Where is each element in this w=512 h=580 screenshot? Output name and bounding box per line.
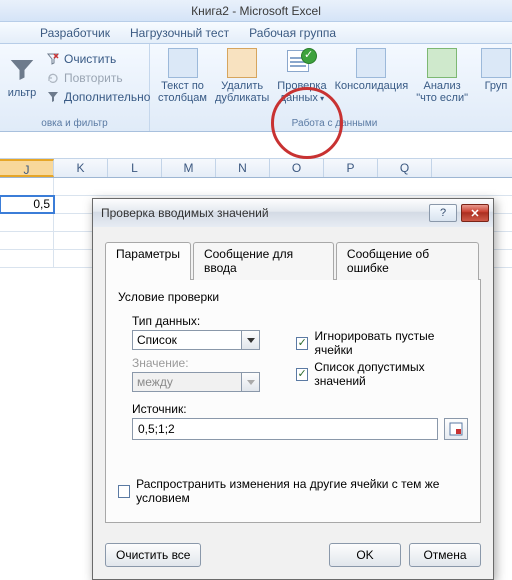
data-validation-dialog: Проверка вводимых значений ? ✕ Параметры… (92, 198, 494, 580)
ribbon-tabs: Разработчик Нагрузочный тест Рабочая гру… (0, 22, 512, 44)
dialog-close-button[interactable]: ✕ (461, 204, 489, 222)
app-title: Книга2 - Microsoft Excel (191, 4, 321, 18)
remove-duplicates-button[interactable]: Удалить дубликаты (211, 46, 273, 106)
data-select (132, 372, 278, 392)
grid-cell[interactable] (0, 214, 54, 231)
dialog-titlebar[interactable]: Проверка вводимых значений ? ✕ (93, 199, 493, 227)
allow-label: Тип данных: (132, 314, 278, 328)
validation-criteria-label: Условие проверки (118, 290, 468, 304)
consolidate-icon (356, 48, 386, 78)
tab-error-alert[interactable]: Сообщение об ошибке (336, 242, 479, 280)
chevron-down-icon (242, 372, 260, 392)
source-label: Источник: (132, 402, 468, 416)
data-select-value (132, 372, 242, 392)
advanced-button[interactable]: Дополнительно (46, 88, 150, 106)
data-validation-icon (287, 48, 317, 78)
clear-icon (46, 52, 60, 66)
checkbox-icon: ✓ (296, 368, 308, 381)
whatif-button[interactable]: Анализ "что если" (412, 46, 472, 106)
tab-params[interactable]: Параметры (105, 242, 191, 280)
checkbox-icon: ✓ (118, 485, 130, 498)
tab-team[interactable]: Рабочая группа (239, 22, 346, 44)
col-header-N[interactable]: N (216, 159, 270, 177)
range-picker-icon (449, 422, 463, 436)
grid-cell[interactable] (0, 178, 54, 195)
tab-panel-params: Условие проверки Тип данных: Значение: (105, 279, 481, 523)
consolidate-button[interactable]: Консолидация (331, 46, 413, 94)
in-cell-dropdown-checkbox[interactable]: ✓ Список допустимых значений (296, 360, 468, 388)
data-validation-button[interactable]: Проверка данных ▾ (273, 46, 330, 107)
text-to-columns-icon (168, 48, 198, 78)
clear-button[interactable]: Очистить (46, 50, 150, 68)
chevron-down-icon[interactable] (242, 330, 260, 350)
dialog-title-text: Проверка вводимых значений (101, 206, 269, 220)
data-label: Значение: (132, 356, 278, 370)
allow-select-value[interactable] (132, 330, 242, 350)
col-header-M[interactable]: M (162, 159, 216, 177)
grid-cell[interactable] (0, 250, 54, 267)
dialog-footer: Очистить все OK Отмена (93, 535, 493, 579)
source-input[interactable] (132, 418, 438, 440)
dialog-help-button[interactable]: ? (429, 204, 457, 222)
reapply-icon (46, 71, 60, 85)
filter-button[interactable]: ильтр (4, 48, 40, 106)
ok-button[interactable]: OK (329, 543, 401, 567)
tab-developer[interactable]: Разработчик (30, 22, 120, 44)
group-sortfilter: ильтр Очистить Повторить Дополнительно о… (0, 44, 150, 131)
col-header-J[interactable]: J (0, 159, 54, 177)
col-header-K[interactable]: K (54, 159, 108, 177)
col-header-L[interactable]: L (108, 159, 162, 177)
clear-all-button[interactable]: Очистить все (105, 543, 201, 567)
allow-select[interactable] (132, 330, 278, 350)
grid-cell[interactable] (0, 232, 54, 249)
funnel-icon (7, 55, 37, 85)
advanced-icon (46, 90, 60, 104)
dialog-tabs: Параметры Сообщение для ввода Сообщение … (105, 241, 481, 279)
text-to-columns-button[interactable]: Текст по столбцам (154, 46, 211, 106)
group-data-tools: Текст по столбцам Удалить дубликаты Пров… (150, 44, 512, 131)
cancel-button[interactable]: Отмена (409, 543, 481, 567)
chevron-down-icon: ▾ (318, 94, 324, 103)
grid-row (0, 178, 512, 196)
tab-loadtest[interactable]: Нагрузочный тест (120, 22, 239, 44)
checkbox-icon: ✓ (296, 337, 308, 350)
whatif-icon (427, 48, 457, 78)
ribbon: ильтр Очистить Повторить Дополнительно о… (0, 44, 512, 132)
reapply-button: Повторить (46, 69, 150, 87)
remove-duplicates-icon (227, 48, 257, 78)
title-bar: Книга2 - Microsoft Excel (0, 0, 512, 22)
col-header-O[interactable]: O (270, 159, 324, 177)
col-header-Q[interactable]: Q (378, 159, 432, 177)
group-button[interactable]: Груп (477, 46, 512, 94)
group-label-datatools: Работа с данными (154, 117, 512, 131)
active-cell[interactable]: 0,5 (0, 196, 54, 213)
column-headers: J K L M N O P Q (0, 158, 512, 178)
group-label-sortfilter: овка и фильтр (4, 117, 145, 131)
propagate-checkbox[interactable]: ✓ Распространить изменения на другие яче… (118, 477, 468, 505)
col-header-P[interactable]: P (324, 159, 378, 177)
ignore-blank-checkbox[interactable]: ✓ Игнорировать пустые ячейки (296, 329, 468, 357)
group-icon (481, 48, 511, 78)
tab-input-message[interactable]: Сообщение для ввода (193, 242, 334, 280)
range-picker-button[interactable] (444, 418, 468, 440)
